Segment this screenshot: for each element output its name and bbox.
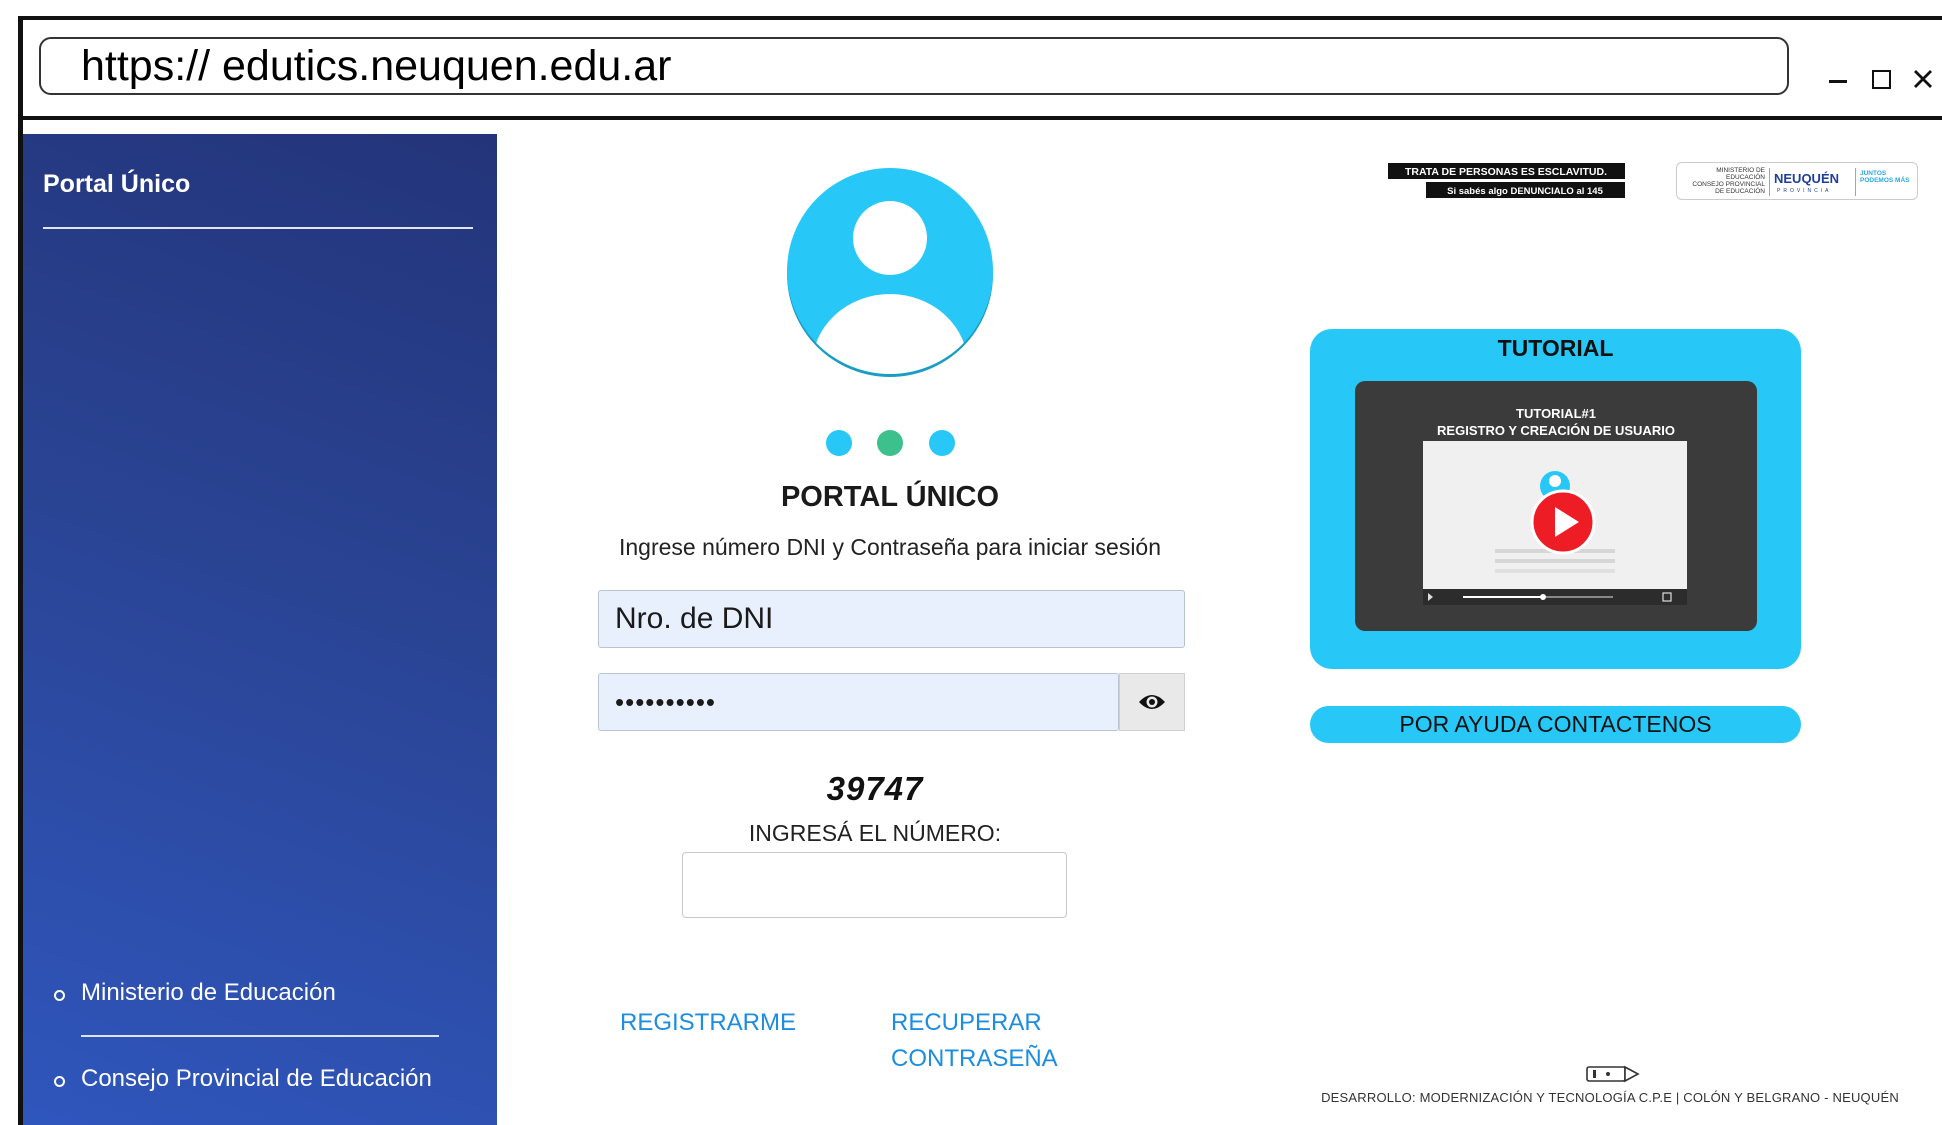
step-dot-3 xyxy=(929,430,955,456)
ministry-logo-line-1: MINISTERIO DE EDUCACIÓN xyxy=(1716,167,1765,181)
step-dot-2 xyxy=(877,430,903,456)
captcha-input[interactable] xyxy=(682,852,1067,918)
footer-credit: DESARROLLO: MODERNIZACIÓN Y TECNOLOGÍA C… xyxy=(1321,1090,1899,1105)
help-contact-button[interactable]: POR AYUDA CONTACTENOS xyxy=(1310,706,1801,743)
video-title: TUTORIAL#1 REGISTRO Y CREACIÓN DE USUARI… xyxy=(1355,405,1757,439)
tutorial-video[interactable]: TUTORIAL#1 REGISTRO Y CREACIÓN DE USUARI… xyxy=(1355,381,1757,631)
neuquen-logo-text: NEUQUÉN xyxy=(1774,171,1840,186)
eye-icon xyxy=(1139,695,1165,709)
provincia-logo-text: PROVINCIA xyxy=(1777,188,1832,194)
sidebar-item-consejo[interactable]: Consejo Provincial de Educación xyxy=(54,1065,432,1093)
recover-password-link[interactable]: RECUPERAR CONTRASEÑA xyxy=(891,1005,1091,1077)
minimize-icon[interactable] xyxy=(1823,64,1853,94)
browser-chrome: https:// edutics.neuquen.edu.ar xyxy=(23,20,1942,120)
juntos-logo-text: JUNTOS PODEMOS MÁS xyxy=(1860,170,1910,184)
user-avatar-icon xyxy=(787,168,993,377)
tutorial-card: TUTORIAL TUTORIAL#1 REGISTRO Y CREACIÓN … xyxy=(1310,329,1801,669)
pencil-logo-icon xyxy=(1586,1065,1640,1083)
close-icon[interactable] xyxy=(1908,64,1938,94)
ministry-logo: MINISTERIO DE EDUCACIÓN CONSEJO PROVINCI… xyxy=(1676,162,1918,200)
video-title-line-2: REGISTRO Y CREACIÓN DE USUARIO xyxy=(1437,423,1675,438)
maximize-icon[interactable] xyxy=(1866,64,1896,94)
dni-field[interactable] xyxy=(598,590,1185,648)
trata-banner: TRATA DE PERSONAS ES ESCLAVITUD. Si sabé… xyxy=(1388,163,1625,198)
portal-title: PORTAL ÚNICO xyxy=(780,481,1000,513)
sidebar-item-ministerio[interactable]: Ministerio de Educación xyxy=(54,979,336,1007)
ministry-logo-text: MINISTERIO DE EDUCACIÓN CONSEJO PROVINCI… xyxy=(1685,167,1765,195)
password-field[interactable] xyxy=(598,673,1119,731)
logo-separator xyxy=(1769,168,1770,196)
logo-separator-2 xyxy=(1855,168,1856,196)
portal-subtitle: Ingrese número DNI y Contraseña para ini… xyxy=(618,534,1162,560)
step-dot-1 xyxy=(826,430,852,456)
address-bar[interactable]: https:// edutics.neuquen.edu.ar xyxy=(39,37,1789,95)
sidebar-divider xyxy=(43,227,473,229)
register-link[interactable]: REGISTRARME xyxy=(620,1005,796,1041)
trata-line-2: Si sabés algo DENUNCIALO al 145 xyxy=(1447,186,1603,197)
sidebar-divider-bottom xyxy=(81,1035,439,1037)
play-icon[interactable] xyxy=(1530,489,1596,555)
video-controls[interactable] xyxy=(1423,589,1687,605)
tutorial-heading: TUTORIAL xyxy=(1497,335,1614,361)
sidebar-title[interactable]: Portal Único xyxy=(43,170,190,199)
video-title-line-1: TUTORIAL#1 xyxy=(1516,406,1596,421)
trata-line-1: TRATA DE PERSONAS ES ESCLAVITUD. xyxy=(1405,166,1607,178)
captcha-label: INGRESÁ EL NÚMERO: xyxy=(748,820,1002,846)
ministry-logo-line-2: CONSEJO PROVINCIAL DE EDUCACIÓN xyxy=(1692,181,1765,195)
sidebar: Portal Único Ministerio de Educación Con… xyxy=(23,134,497,1125)
show-password-button[interactable] xyxy=(1119,673,1185,731)
captcha-code: 39747 xyxy=(826,770,924,807)
